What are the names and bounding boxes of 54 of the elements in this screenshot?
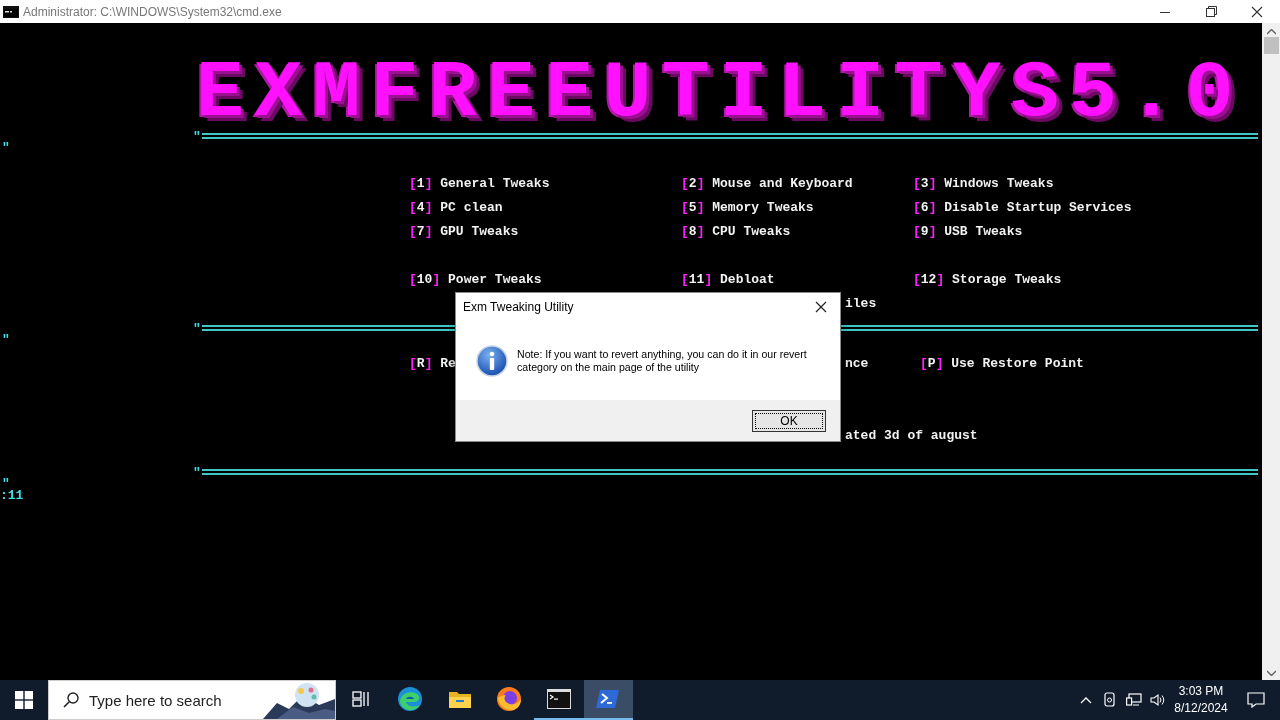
console-text: nce: [845, 358, 869, 370]
close-icon: [815, 301, 827, 313]
ok-button[interactable]: OK: [752, 409, 826, 432]
menu-option[interactable]: [R] Re: [409, 358, 456, 370]
menu-option[interactable]: [7] GPU Tweaks: [409, 226, 519, 238]
info-icon: [476, 345, 508, 377]
notification-icon[interactable]: [1247, 692, 1265, 708]
menu-option[interactable]: [5] Memory Tweaks: [681, 202, 814, 214]
menu-option[interactable]: [3] Windows Tweaks: [913, 178, 1054, 190]
quote-mark: ": [2, 478, 10, 490]
menu-option[interactable]: [1] General Tweaks: [409, 178, 550, 190]
quote-mark: ": [193, 464, 201, 480]
menu-option[interactable]: [4] PC clean: [409, 202, 503, 214]
quote-mark: ": [2, 142, 11, 154]
menu-option[interactable]: [9] USB Tweaks: [913, 226, 1023, 238]
device-icon[interactable]: [1103, 692, 1117, 708]
banner-title: EXMFREEUTILITYS5.0: [196, 58, 1244, 130]
menu-option[interactable]: [12] Storage Tweaks: [913, 274, 1062, 286]
chevron-up-icon[interactable]: [1080, 696, 1092, 704]
quote-mark: ": [193, 320, 201, 336]
console-icon: [3, 5, 19, 18]
network-icon[interactable]: [1126, 693, 1142, 707]
search-icon: [63, 692, 79, 708]
menu-option[interactable]: [2] Mouse and Keyboard: [681, 178, 853, 190]
search-bar[interactable]: Type here to search: [48, 680, 336, 720]
powershell-icon: [596, 689, 621, 709]
firefox-icon: [496, 686, 523, 712]
folder-icon: [447, 689, 472, 709]
clock[interactable]: 3:03 PM 8/12/2024: [1170, 683, 1232, 717]
speaker-icon[interactable]: [1150, 693, 1166, 707]
dialog-title: Exm Tweaking Utility: [463, 300, 575, 314]
dialog-message: Note: If you want to revert anything, you can do it in our revert category on the main page of the utility: [517, 348, 808, 374]
menu-option[interactable]: [6] Disable Startup Services: [913, 202, 1132, 214]
window-title: Administrator: C:\WINDOWS\System32\cmd.exe: [23, 4, 283, 19]
windows-logo-icon: [15, 691, 33, 709]
quote-mark: ": [2, 334, 11, 346]
scrollbar[interactable]: [1262, 23, 1280, 680]
menu-option[interactable]: [10] Power Tweaks: [409, 274, 542, 286]
scroll-down-icon[interactable]: [1266, 670, 1276, 676]
scroll-up-icon[interactable]: [1266, 29, 1276, 35]
console-text: ated 3d of august: [845, 430, 978, 442]
restore-icon: [1205, 6, 1217, 17]
quote-mark: ": [193, 128, 201, 144]
menu-option[interactable]: [P] Use Restore Point: [920, 358, 1084, 370]
task-view-icon: [351, 691, 370, 707]
prompt-text: :11: [0, 490, 25, 502]
scroll-thumb[interactable]: [1263, 37, 1279, 54]
browser-icon: [397, 686, 424, 712]
console-text: iles: [845, 298, 877, 310]
close-icon: [1251, 5, 1263, 18]
menu-option[interactable]: [8] CPU Tweaks: [681, 226, 791, 238]
search-field[interactable]: Type here to search: [89, 691, 249, 709]
terminal-icon: [546, 689, 571, 709]
menu-option[interactable]: [11] Debloat: [681, 274, 775, 286]
